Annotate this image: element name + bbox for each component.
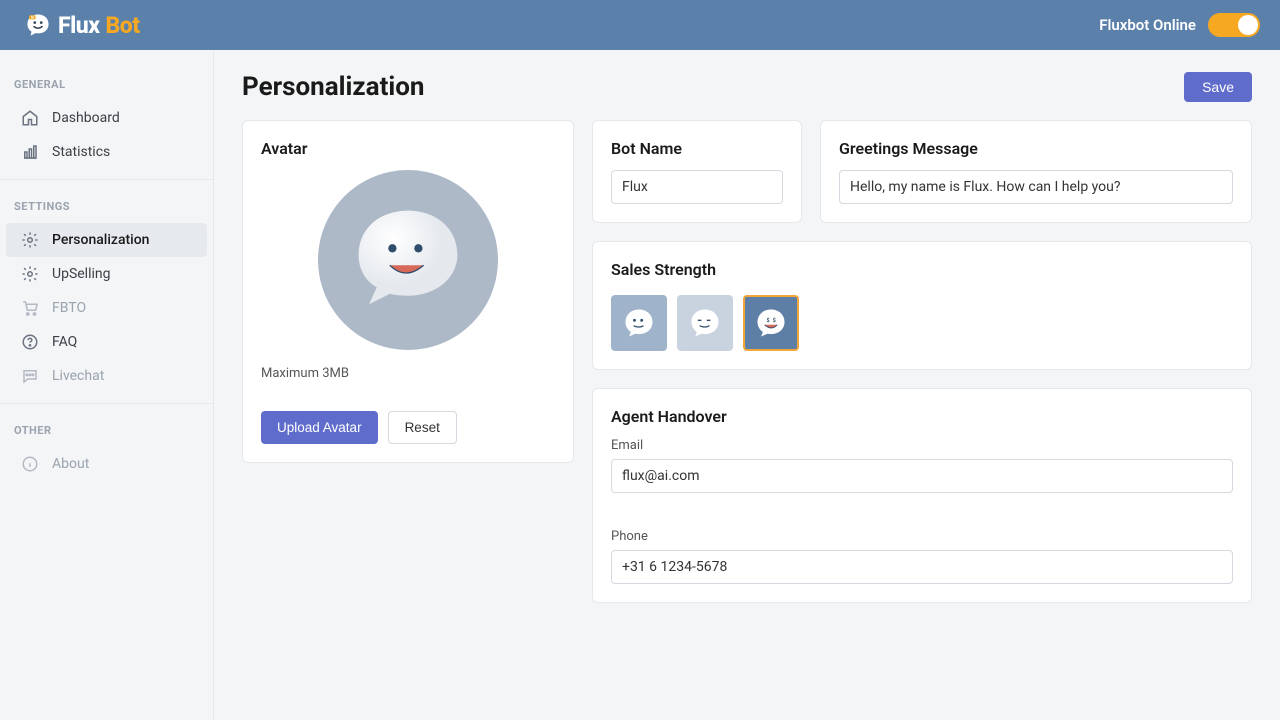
phone-input[interactable] xyxy=(611,550,1233,584)
divider xyxy=(0,403,213,404)
greeting-card: Greetings Message xyxy=(820,120,1252,223)
email-input[interactable] xyxy=(611,459,1233,493)
avatar-card: Avatar Maximum 3MB Upload Avatar xyxy=(242,120,574,463)
phone-label: Phone xyxy=(611,529,1233,544)
svg-text:$: $ xyxy=(773,317,776,324)
bot-logo-icon: hi! xyxy=(24,11,52,39)
online-toggle[interactable] xyxy=(1208,13,1260,37)
section-settings-title: SETTINGS xyxy=(0,190,213,223)
sales-strength-option-medium[interactable] xyxy=(677,295,733,351)
sidebar-item-label: Dashboard xyxy=(52,110,120,126)
sidebar: GENERAL Dashboard Statistics SETTINGS Pe… xyxy=(0,50,214,720)
section-other-title: OTHER xyxy=(0,414,213,447)
email-label: Email xyxy=(611,438,1233,453)
greeting-input[interactable] xyxy=(839,170,1233,204)
sales-strength-title: Sales Strength xyxy=(611,260,1233,279)
gear-icon xyxy=(20,264,40,284)
main-content: Personalization Save Avatar xyxy=(214,50,1280,720)
section-general-title: GENERAL xyxy=(0,68,213,101)
sales-strength-option-high[interactable]: $ $ xyxy=(743,295,799,351)
svg-text:$: $ xyxy=(767,317,770,324)
sidebar-item-statistics[interactable]: Statistics xyxy=(6,135,207,169)
sidebar-item-personalization[interactable]: Personalization xyxy=(6,223,207,257)
home-icon xyxy=(20,108,40,128)
agent-handover-card: Agent Handover Email Phone xyxy=(592,388,1252,603)
bot-name-title: Bot Name xyxy=(611,139,783,158)
cart-icon xyxy=(20,298,40,318)
bot-name-input[interactable] xyxy=(611,170,783,204)
upload-avatar-button[interactable]: Upload Avatar xyxy=(261,411,378,444)
page-title: Personalization xyxy=(242,72,425,102)
chat-icon xyxy=(20,366,40,386)
avatar-title: Avatar xyxy=(261,139,555,158)
sales-strength-card: Sales Strength xyxy=(592,241,1252,370)
info-icon xyxy=(20,454,40,474)
divider xyxy=(0,179,213,180)
sidebar-item-dashboard[interactable]: Dashboard xyxy=(6,101,207,135)
avatar-preview xyxy=(318,170,498,350)
sidebar-item-label: UpSelling xyxy=(52,266,110,282)
sidebar-item-upselling[interactable]: UpSelling xyxy=(6,257,207,291)
chart-icon xyxy=(20,142,40,162)
greeting-title: Greetings Message xyxy=(839,139,1233,158)
sidebar-item-label: FBTO xyxy=(52,300,86,316)
status-label: Fluxbot Online xyxy=(1099,16,1196,34)
agent-handover-title: Agent Handover xyxy=(611,407,1233,426)
brand-prefix: Flux xyxy=(58,12,100,39)
save-button[interactable]: Save xyxy=(1184,72,1252,102)
help-icon xyxy=(20,332,40,352)
bot-name-card: Bot Name xyxy=(592,120,802,223)
avatar-caption: Maximum 3MB xyxy=(261,366,555,381)
sidebar-item-label: Statistics xyxy=(52,144,110,160)
toggle-knob xyxy=(1238,15,1258,35)
sidebar-item-label: FAQ xyxy=(52,334,77,350)
sidebar-item-livechat[interactable]: Livechat xyxy=(6,359,207,393)
sidebar-item-label: Personalization xyxy=(52,232,149,248)
sidebar-item-label: Livechat xyxy=(52,368,104,384)
app-logo: hi! FluxBot xyxy=(24,11,140,39)
topbar: hi! FluxBot Fluxbot Online xyxy=(0,0,1280,50)
sidebar-item-about[interactable]: About xyxy=(6,447,207,481)
reset-avatar-button[interactable]: Reset xyxy=(388,411,457,444)
brand-suffix: Bot xyxy=(106,12,140,39)
sidebar-item-faq[interactable]: FAQ xyxy=(6,325,207,359)
sales-strength-option-low[interactable] xyxy=(611,295,667,351)
status-area: Fluxbot Online xyxy=(1099,13,1260,37)
sidebar-item-fbto[interactable]: FBTO xyxy=(6,291,207,325)
gear-icon xyxy=(20,230,40,250)
sidebar-item-label: About xyxy=(52,456,89,472)
